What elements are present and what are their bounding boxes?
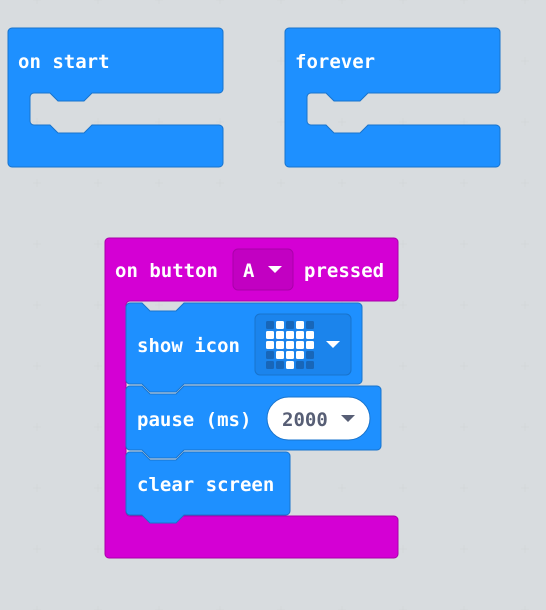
led-on [286, 361, 294, 369]
forever-label: forever [295, 51, 375, 73]
on-start-block[interactable]: on start [7, 27, 224, 168]
button-dropdown-value: A [243, 260, 255, 282]
led-on [286, 331, 294, 339]
clear-screen-block[interactable]: clear screen [125, 451, 291, 524]
led-off [296, 361, 304, 369]
pause-label: pause (ms) [137, 409, 251, 431]
icon-picker-dropdown[interactable] [254, 313, 352, 376]
led-off [276, 361, 284, 369]
led-on [296, 331, 304, 339]
led-on [296, 351, 304, 359]
led-on [276, 331, 284, 339]
led-on [306, 341, 314, 349]
pause-duration-value: 2000 [282, 409, 328, 431]
forever-block-shape [284, 27, 501, 168]
led-off [266, 321, 274, 329]
on-button-suffix-label: pressed [304, 260, 384, 282]
on-button-prefix-label: on button [115, 260, 218, 282]
led-on [276, 341, 284, 349]
led-off [306, 361, 314, 369]
pause-duration-dropdown[interactable]: 2000 [266, 396, 371, 441]
heart-icon [266, 321, 314, 369]
led-on [286, 341, 294, 349]
led-off [306, 351, 314, 359]
led-off [266, 361, 274, 369]
show-icon-label: show icon [137, 335, 240, 357]
led-on [266, 331, 274, 339]
led-on [306, 331, 314, 339]
on-start-block-shape [7, 27, 224, 168]
clear-screen-label: clear screen [137, 474, 274, 496]
led-on [276, 351, 284, 359]
pause-block[interactable]: pause (ms) 2000 [125, 385, 382, 459]
led-on [276, 321, 284, 329]
led-off [286, 321, 294, 329]
led-on [266, 341, 274, 349]
workspace-canvas[interactable]: on start forever on button A pressed sho… [0, 0, 546, 610]
button-dropdown-field [232, 248, 294, 291]
led-on [296, 341, 304, 349]
led-off [306, 321, 314, 329]
led-off [266, 351, 274, 359]
led-on [286, 351, 294, 359]
led-on [296, 321, 304, 329]
show-icon-block[interactable]: show icon [125, 302, 363, 393]
button-dropdown[interactable]: A [232, 248, 294, 291]
on-start-label: on start [18, 51, 110, 73]
forever-block[interactable]: forever [284, 27, 501, 168]
